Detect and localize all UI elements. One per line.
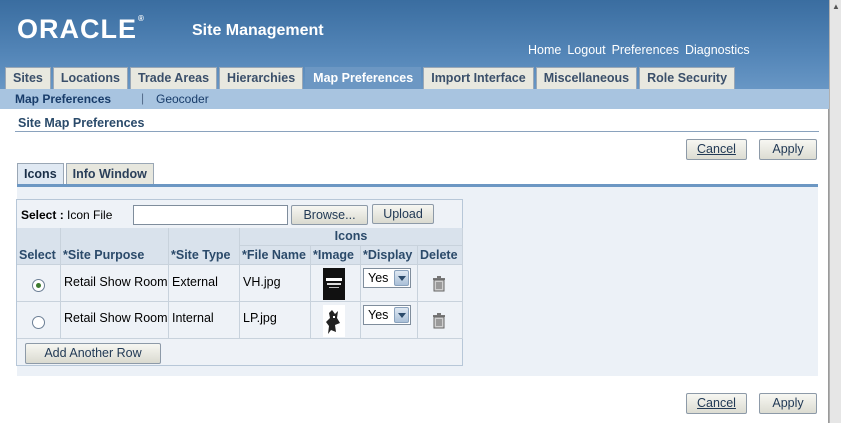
cell-file-name: VH.jpg — [240, 265, 311, 302]
tab-icons[interactable]: Icons — [17, 163, 64, 184]
column-header-display: *Display — [361, 246, 418, 265]
cancel-button-bottom[interactable]: Cancel — [686, 393, 747, 414]
column-header-delete: Delete — [418, 246, 463, 265]
icon-thumbnail-image — [323, 268, 345, 300]
scroll-up-icon[interactable]: ▲ — [831, 2, 841, 12]
cell-image — [311, 302, 361, 339]
app-title: Site Management — [192, 22, 324, 39]
display-select[interactable]: Yes — [363, 268, 411, 288]
table-group-header: Icons — [240, 228, 463, 246]
cell-site-purpose: Retail Show Room — [61, 265, 169, 302]
icon-file-label: Select : Icon File — [21, 208, 113, 222]
row-select-radio[interactable] — [32, 279, 45, 292]
trash-icon[interactable] — [432, 313, 446, 329]
apply-button-top[interactable]: Apply — [759, 139, 817, 160]
cell-delete — [418, 302, 463, 339]
tab-info-window[interactable]: Info Window — [65, 163, 154, 184]
cell-delete — [418, 265, 463, 302]
sub-navigation: Map Preferences | Geocoder — [0, 89, 829, 109]
cell-site-purpose: Retail Show Room — [61, 302, 169, 339]
cell-image — [311, 265, 361, 302]
main-tabs: Sites Locations Trade Areas Hierarchies … — [5, 67, 736, 89]
tab-role-security[interactable]: Role Security — [639, 67, 736, 89]
cell-display: Yes — [361, 265, 418, 302]
column-header-select: Select — [17, 246, 61, 265]
trash-icon[interactable] — [432, 276, 446, 292]
app-header: ORACLE® Site Management Home Logout Pref… — [0, 0, 829, 92]
content-tabs: Icons Info Window — [17, 163, 154, 184]
tab-trade-areas[interactable]: Trade Areas — [129, 67, 218, 89]
add-another-row-button[interactable]: Add Another Row — [25, 343, 161, 364]
tab-miscellaneous[interactable]: Miscellaneous — [535, 67, 638, 89]
home-link[interactable]: Home — [528, 43, 561, 57]
subnav-separator: | — [141, 91, 145, 105]
column-header-image: *Image — [311, 246, 361, 265]
tab-import-interface[interactable]: Import Interface — [423, 67, 534, 89]
global-links: Home Logout Preferences Diagnostics — [528, 43, 750, 57]
tab-sites[interactable]: Sites — [5, 67, 51, 89]
browse-button[interactable]: Browse... — [291, 205, 368, 225]
row-select-radio[interactable] — [32, 316, 45, 329]
chevron-down-icon — [394, 270, 409, 286]
diagnostics-link[interactable]: Diagnostics — [685, 43, 750, 57]
column-header-file-name: *File Name — [240, 246, 311, 265]
upload-row: Select : Icon File Browse... Upload — [21, 204, 461, 226]
subnav-map-preferences[interactable]: Map Preferences — [15, 92, 111, 106]
upload-button[interactable]: Upload — [372, 204, 434, 224]
display-select[interactable]: Yes — [363, 305, 411, 325]
table-row — [17, 265, 61, 302]
tab-map-preferences[interactable]: Map Preferences — [305, 67, 422, 89]
column-header-site-purpose: *Site Purpose — [61, 246, 169, 265]
column-header-site-type: *Site Type — [169, 246, 240, 265]
tab-locations[interactable]: Locations — [52, 67, 128, 89]
subnav-geocoder[interactable]: Geocoder — [156, 92, 209, 106]
icon-file-input[interactable] — [133, 205, 288, 225]
oracle-logo: ORACLE® — [17, 14, 145, 44]
chevron-down-icon — [394, 307, 409, 323]
icons-table-area: Select : Icon File Browse... Upload Icon… — [16, 199, 463, 366]
icon-thumbnail-image — [323, 305, 345, 337]
apply-button-bottom[interactable]: Apply — [759, 393, 817, 414]
cell-display: Yes — [361, 302, 418, 339]
table-row — [17, 302, 61, 339]
bottom-divider — [17, 376, 818, 377]
cell-site-type: Internal — [169, 302, 240, 339]
browser-page: ORACLE® Site Management Home Logout Pref… — [0, 0, 829, 423]
cancel-button-top[interactable]: Cancel — [686, 139, 747, 160]
cell-file-name: LP.jpg — [240, 302, 311, 339]
tab-hierarchies[interactable]: Hierarchies — [219, 67, 304, 89]
page-title: Site Map Preferences — [18, 116, 145, 130]
cell-site-type: External — [169, 265, 240, 302]
vertical-scrollbar[interactable]: ▲ — [829, 0, 841, 423]
title-divider — [15, 131, 819, 132]
logout-link[interactable]: Logout — [567, 43, 605, 57]
preferences-link[interactable]: Preferences — [612, 43, 679, 57]
